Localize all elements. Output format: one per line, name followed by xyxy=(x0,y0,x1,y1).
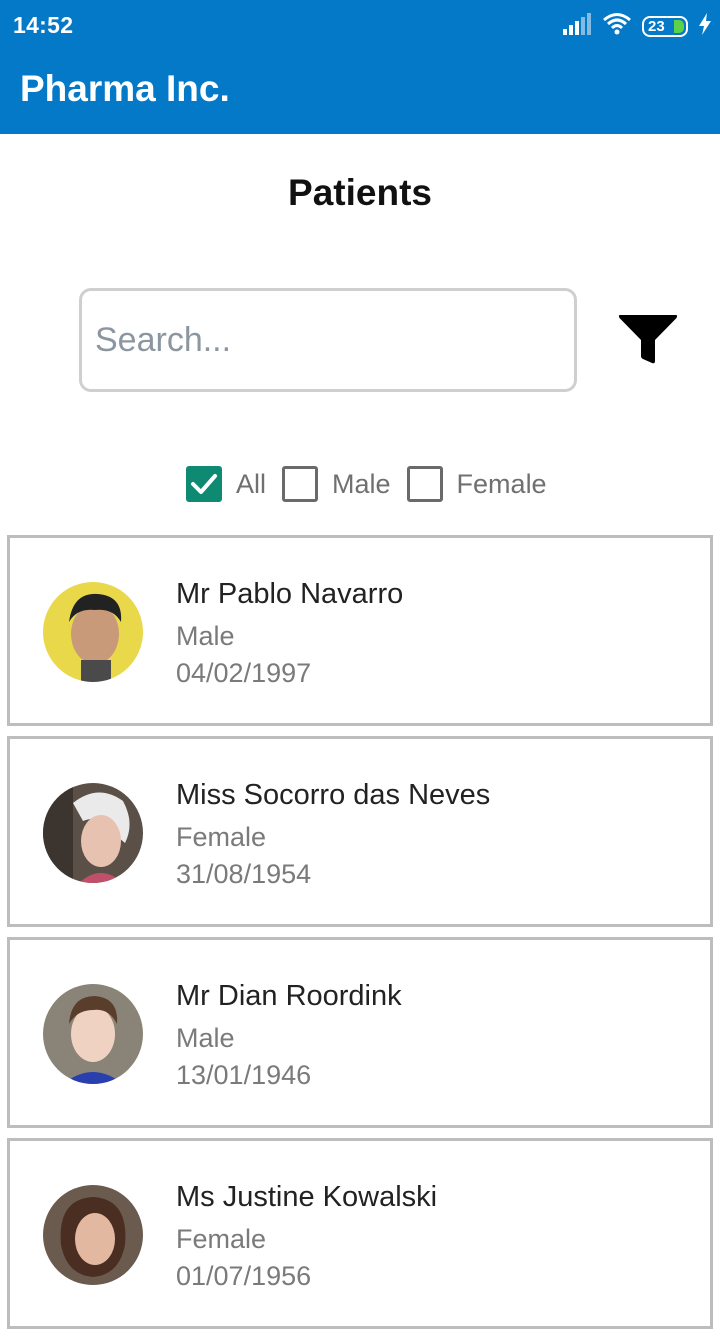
checkbox-female[interactable]: Female xyxy=(406,466,547,502)
patient-name: Miss Socorro das Neves xyxy=(176,779,491,811)
filter-button[interactable] xyxy=(612,306,684,372)
avatar xyxy=(43,783,143,883)
status-icons: 23 xyxy=(562,12,712,41)
check-icon xyxy=(191,474,217,494)
checkbox-male-label: Male xyxy=(332,468,391,499)
patient-gender: Female xyxy=(176,822,267,852)
app-title: Pharma Inc. xyxy=(20,68,230,109)
patient-name: Mr Dian Roordink xyxy=(176,980,402,1012)
checkbox-female-box[interactable] xyxy=(406,466,443,502)
search-box xyxy=(79,288,577,392)
patient-card[interactable]: Ms Justine Kowalski Female 01/07/1956 xyxy=(7,1138,713,1329)
patient-dob: 04/02/1997 xyxy=(176,658,312,688)
charging-icon xyxy=(698,12,712,40)
patient-gender: Female xyxy=(176,1224,267,1254)
avatar xyxy=(43,984,143,1084)
patient-gender: Male xyxy=(176,1023,235,1053)
app-bar: Pharma Inc. xyxy=(0,52,720,134)
checkbox-all-label: All xyxy=(236,468,267,499)
avatar xyxy=(43,1185,143,1285)
checkbox-female-label: Female xyxy=(456,468,547,499)
status-bar: 14:52 23 xyxy=(0,0,720,52)
patient-dob: 31/08/1954 xyxy=(176,859,312,889)
status-time: 14:52 xyxy=(13,12,74,38)
checkbox-male-box[interactable] xyxy=(282,466,319,502)
patient-dob: 13/01/1946 xyxy=(176,1060,312,1090)
checkbox-all-box[interactable] xyxy=(186,466,222,502)
battery-level: 23 xyxy=(648,17,665,35)
checkbox-all[interactable]: All xyxy=(186,466,266,502)
search-input[interactable] xyxy=(82,291,574,389)
patient-name: Ms Justine Kowalski xyxy=(176,1181,438,1213)
gender-filter: All Male Female xyxy=(186,466,563,502)
patient-list: Mr Pablo Navarro Male 04/02/1997 Miss So… xyxy=(7,535,713,1339)
signal-icon xyxy=(562,12,592,40)
patient-name: Mr Pablo Navarro xyxy=(176,578,404,610)
patient-card[interactable]: Mr Pablo Navarro Male 04/02/1997 xyxy=(7,535,713,726)
patient-dob: 01/07/1956 xyxy=(176,1261,312,1291)
patient-card[interactable]: Miss Socorro das Neves Female 31/08/1954 xyxy=(7,736,713,927)
checkbox-male[interactable]: Male xyxy=(282,466,391,502)
page-title: Patients xyxy=(288,172,432,213)
patient-gender: Male xyxy=(176,621,235,651)
battery-icon: 23 xyxy=(642,15,688,37)
avatar xyxy=(43,582,143,682)
wifi-icon xyxy=(602,12,632,41)
filter-icon xyxy=(618,315,678,364)
patient-card[interactable]: Mr Dian Roordink Male 13/01/1946 xyxy=(7,937,713,1128)
